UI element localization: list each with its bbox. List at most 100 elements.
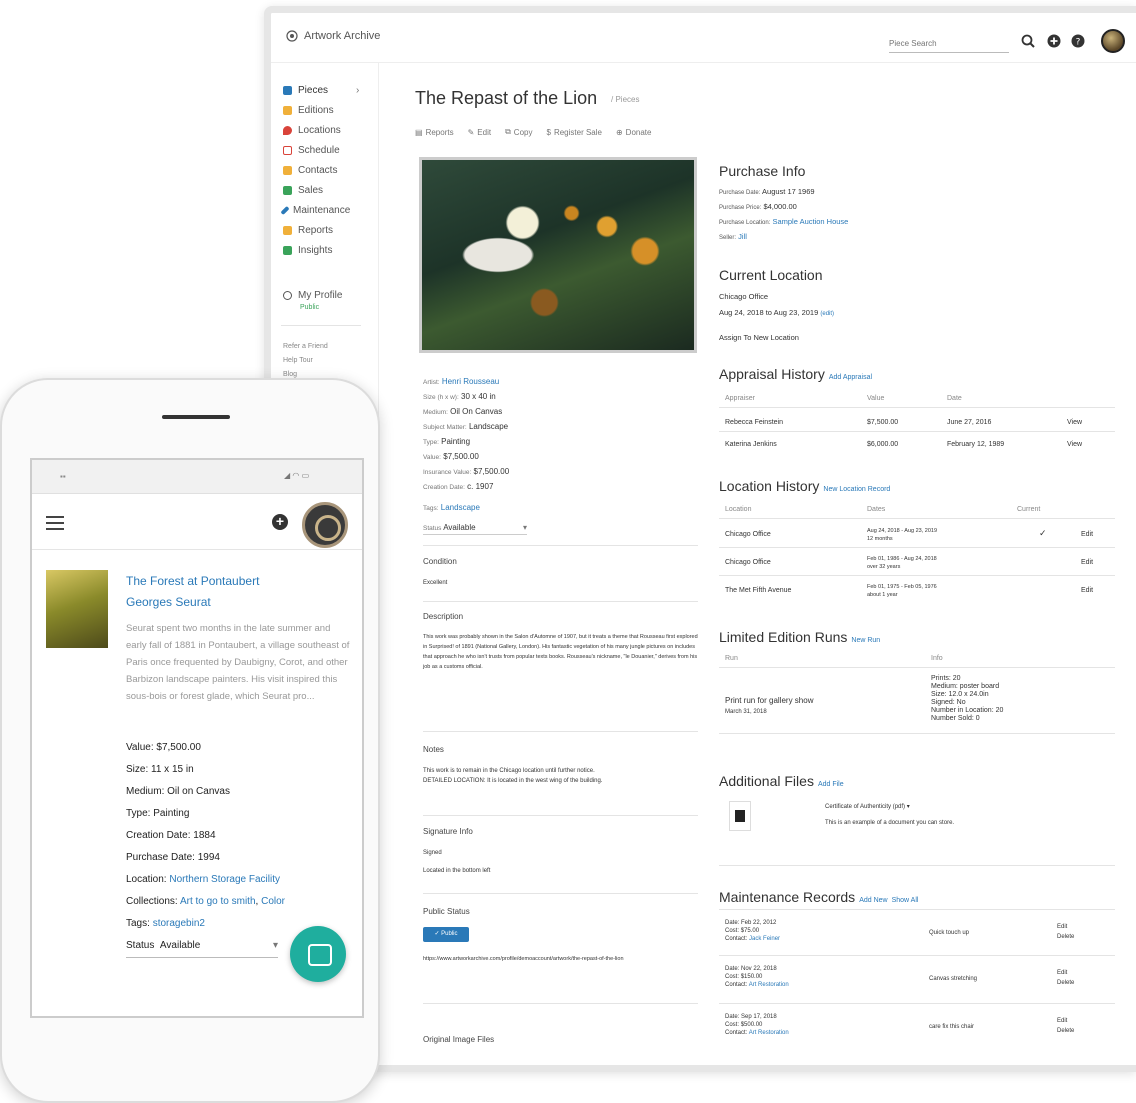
- artwork-image[interactable]: [419, 157, 697, 353]
- seller: Seller: Jill: [719, 232, 747, 241]
- edit-location-link[interactable]: (edit): [820, 311, 834, 317]
- breadcrumb[interactable]: / Pieces: [611, 95, 639, 104]
- logo-icon: [286, 30, 298, 42]
- sidebar-item-locations[interactable]: Locations: [283, 123, 341, 137]
- artwork-thumbnail[interactable]: [46, 570, 108, 648]
- action-bar: ▤ Reports ✎ Edit ⧉ Copy $ Register Sale ⊕ Don…: [415, 127, 651, 137]
- contact-link[interactable]: Art Restoration: [749, 1030, 789, 1036]
- description-text: This work was probably shown in the Salo…: [423, 634, 698, 670]
- help-tour-link[interactable]: Help Tour: [283, 357, 313, 364]
- refer-friend-link[interactable]: Refer a Friend: [283, 343, 328, 350]
- add-icon[interactable]: [1047, 34, 1061, 48]
- artist-link[interactable]: Georges Seurat: [126, 595, 211, 609]
- copy-icon: ⧉: [505, 127, 511, 136]
- edit-maintenance-link[interactable]: Edit: [1057, 923, 1067, 931]
- show-all-link[interactable]: Show All: [892, 897, 919, 904]
- sidebar-item-label: Schedule: [298, 144, 340, 156]
- menu-icon[interactable]: [46, 516, 64, 530]
- edition-info: Signed: No: [931, 699, 966, 706]
- pencil-icon: ✎: [467, 127, 475, 137]
- appraiser-link[interactable]: Katerina Jenkins: [725, 441, 777, 449]
- notes-heading: Notes: [423, 745, 444, 754]
- add-file-link[interactable]: Add File: [818, 781, 844, 788]
- delete-maintenance-link[interactable]: Delete: [1057, 1027, 1074, 1035]
- new-run-link[interactable]: New Run: [851, 637, 880, 644]
- page-title: The Repast of the Lion: [415, 88, 598, 108]
- column-header: Appraiser: [725, 395, 755, 402]
- sidebar-item-pieces[interactable]: Pieces ›: [283, 83, 359, 97]
- column-header: Run: [725, 655, 738, 662]
- sidebar-item-editions[interactable]: Editions: [283, 103, 334, 117]
- contact-link[interactable]: Jack Feiner: [749, 936, 780, 942]
- sidebar-item-insights[interactable]: Insights: [283, 243, 332, 257]
- sidebar-item-contacts[interactable]: Contacts: [283, 163, 337, 177]
- edit-location-link[interactable]: Edit: [1081, 531, 1093, 539]
- status-select[interactable]: Status Available ▾: [126, 940, 278, 958]
- edit-location-link[interactable]: Edit: [1081, 559, 1093, 567]
- add-icon[interactable]: +: [272, 514, 288, 530]
- blog-link[interactable]: Blog: [283, 371, 297, 378]
- sidebar-item-profile[interactable]: My Profile: [283, 288, 342, 302]
- edit-maintenance-link[interactable]: Edit: [1057, 969, 1067, 977]
- location-pin-icon: [283, 125, 292, 135]
- chevron-right-icon: ›: [356, 84, 360, 96]
- file-thumbnail[interactable]: [729, 801, 751, 831]
- reports-icon: [283, 225, 292, 235]
- search-icon[interactable]: [1021, 34, 1035, 48]
- chevron-down-icon: ▾: [522, 523, 527, 532]
- edition-run-link[interactable]: Print run for gallery show: [725, 697, 813, 705]
- sidebar-item-sales[interactable]: Sales: [283, 183, 323, 197]
- edit-location-link[interactable]: Edit: [1081, 587, 1093, 595]
- help-icon[interactable]: ?: [1071, 34, 1085, 48]
- delete-maintenance-link[interactable]: Delete: [1057, 933, 1074, 941]
- assign-location-link[interactable]: Assign To New Location: [719, 333, 799, 342]
- edit-button[interactable]: ✎ Edit: [468, 127, 492, 137]
- edition-info: Number in Location: 20: [931, 707, 1004, 714]
- tags-field: Tags: storagebin2: [126, 918, 205, 929]
- app-logo[interactable]: Artwork Archive: [286, 30, 380, 42]
- chat-button[interactable]: [290, 926, 346, 982]
- add-appraisal-link[interactable]: Add Appraisal: [829, 374, 872, 381]
- register-sale-button[interactable]: $ Register Sale: [546, 127, 601, 137]
- tag-link[interactable]: Landscape: [441, 503, 480, 512]
- view-appraisal-link[interactable]: View: [1067, 441, 1082, 449]
- location-link[interactable]: The Met Fifth Avenue: [725, 587, 791, 595]
- original-image-files-link[interactable]: Original Image Files: [423, 1035, 494, 1044]
- location-link[interactable]: Chicago Office: [725, 531, 771, 539]
- check-icon: ✓: [434, 931, 440, 937]
- location-link[interactable]: Chicago Office: [725, 559, 771, 567]
- public-toggle-button[interactable]: ✓ Public: [423, 927, 469, 942]
- account-logo[interactable]: [302, 502, 348, 548]
- location-history-heading: Location History New Location Record: [719, 478, 891, 494]
- signed-text: Signed: [423, 850, 442, 856]
- location-link[interactable]: Northern Storage Facility: [169, 874, 280, 885]
- collection-link[interactable]: Art to go to smith: [180, 896, 256, 907]
- sidebar-item-maintenance[interactable]: Maintenance: [280, 203, 350, 217]
- file-link[interactable]: Certificate of Authenticity (pdf) ▾: [825, 803, 910, 811]
- contact-link[interactable]: Art Restoration: [749, 982, 789, 988]
- copy-button[interactable]: ⧉ Copy: [505, 127, 532, 137]
- artist-link[interactable]: Henri Rousseau: [442, 377, 499, 386]
- reports-button[interactable]: ▤ Reports: [415, 127, 454, 137]
- sidebar-item-schedule[interactable]: Schedule: [283, 143, 340, 157]
- condition-heading: Condition: [423, 557, 457, 566]
- purchase-info-heading: Purchase Info: [719, 163, 806, 179]
- donate-button[interactable]: ⊕ Donate: [616, 127, 652, 137]
- new-location-record-link[interactable]: New Location Record: [823, 486, 890, 493]
- collection-link[interactable]: Color: [261, 896, 285, 907]
- view-appraisal-link[interactable]: View: [1067, 419, 1082, 427]
- delete-maintenance-link[interactable]: Delete: [1057, 979, 1074, 987]
- edit-maintenance-link[interactable]: Edit: [1057, 1017, 1067, 1025]
- search-input[interactable]: [889, 35, 1009, 53]
- public-url-link[interactable]: https://www.artworkarchive.com/profile/d…: [423, 955, 693, 964]
- purchase-date-field: Purchase Date: 1994: [126, 852, 220, 863]
- appraiser-link[interactable]: Rebecca Feinstein: [725, 419, 783, 427]
- artwork-title-link[interactable]: The Forest at Pontaubert: [126, 574, 259, 588]
- avatar[interactable]: [1101, 29, 1125, 53]
- add-maintenance-link[interactable]: Add New: [859, 897, 887, 904]
- current-location-link[interactable]: Chicago Office: [719, 292, 768, 301]
- status-select[interactable]: Status Available ▾: [423, 523, 527, 535]
- tag-link[interactable]: storagebin2: [153, 918, 205, 929]
- sidebar-item-reports[interactable]: Reports: [283, 223, 333, 237]
- editions-icon: [283, 105, 292, 115]
